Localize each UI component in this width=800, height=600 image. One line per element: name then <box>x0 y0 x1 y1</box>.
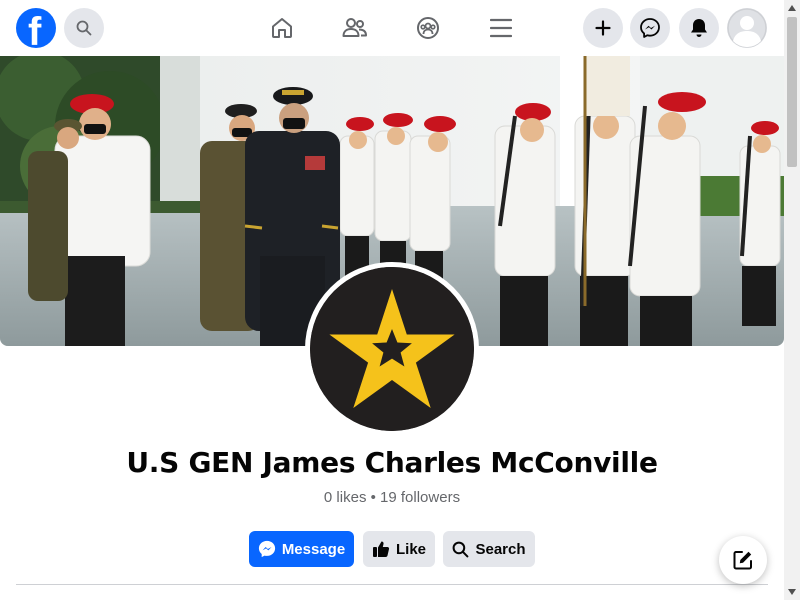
like-button[interactable]: Like <box>363 531 435 567</box>
compose-edit-icon <box>733 551 752 570</box>
page-scrollbar[interactable] <box>784 0 800 600</box>
profile-picture[interactable] <box>310 267 474 431</box>
nav-friends[interactable] <box>339 12 371 44</box>
friends-icon <box>342 18 367 37</box>
top-navigation-bar: f <box>0 0 784 56</box>
like-button-label: Like <box>395 540 426 558</box>
new-message-button[interactable] <box>719 536 767 584</box>
section-divider <box>16 584 768 585</box>
search-icon <box>453 541 469 557</box>
likes-followers-count[interactable]: 0 likes • 19 followers <box>0 489 784 506</box>
account-avatar-button[interactable] <box>727 8 767 48</box>
search-page-button[interactable]: Search <box>443 531 535 567</box>
home-icon <box>272 18 292 38</box>
create-button[interactable] <box>583 8 623 48</box>
triangle-down-icon <box>788 589 796 595</box>
search-icon <box>76 20 92 36</box>
triangle-up-icon <box>788 5 796 11</box>
message-button-label: Message <box>281 540 346 558</box>
scrollbar-thumb[interactable] <box>787 17 797 167</box>
search-button-label: Search <box>475 540 526 558</box>
messenger-icon <box>258 540 275 558</box>
scroll-up-arrow[interactable] <box>784 0 800 16</box>
page-title: U.S GEN James Charles McConville <box>126 446 658 479</box>
messenger-icon <box>640 18 660 38</box>
messenger-button[interactable] <box>630 8 670 48</box>
facebook-logo[interactable]: f <box>16 8 56 48</box>
message-button[interactable]: Message <box>249 531 354 567</box>
nav-groups[interactable] <box>412 12 444 44</box>
gold-star-icon <box>310 267 474 431</box>
facebook-logo-letter: f <box>28 10 42 48</box>
thumbs-up-icon <box>372 541 390 557</box>
notifications-button[interactable] <box>679 8 719 48</box>
groups-icon <box>417 17 439 39</box>
nav-home[interactable] <box>266 12 298 44</box>
bell-icon <box>691 19 707 37</box>
scroll-down-arrow[interactable] <box>784 584 800 600</box>
hamburger-menu-icon <box>490 18 512 38</box>
search-button[interactable] <box>64 8 104 48</box>
avatar-icon <box>727 8 767 48</box>
nav-menu[interactable] <box>485 12 517 44</box>
plus-icon <box>595 20 611 36</box>
